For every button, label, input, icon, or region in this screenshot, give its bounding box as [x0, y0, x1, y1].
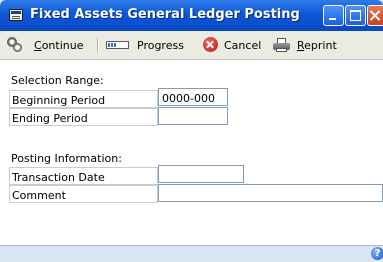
title-bar[interactable]: Fixed Assets General Ledger Posting	[0, 0, 383, 31]
window-icon[interactable]	[9, 9, 23, 21]
progress-label: Progress	[137, 39, 184, 52]
toolbar: Continue Progress Cancel Reprint	[0, 31, 383, 60]
transaction-date-field[interactable]	[158, 165, 244, 183]
minimize-button[interactable]	[323, 5, 344, 26]
progress-bar-icon	[106, 41, 129, 49]
posting-information-heading: Posting Information:	[11, 152, 122, 165]
cancel-icon	[203, 37, 218, 52]
transaction-date-label: Transaction Date	[9, 167, 158, 185]
form-area: Selection Range: Beginning Period Ending…	[0, 60, 383, 246]
beginning-period-label: Beginning Period	[9, 90, 158, 108]
continue-label: Continue	[34, 39, 84, 52]
reprint-button[interactable]: Reprint	[273, 37, 339, 54]
gears-icon	[7, 37, 22, 52]
progress-button[interactable]: Progress	[106, 37, 186, 54]
status-bar: ?	[0, 246, 383, 262]
ending-period-label: Ending Period	[9, 108, 158, 126]
window-title: Fixed Assets General Ledger Posting	[30, 7, 300, 22]
posting-window: Fixed Assets General Ledger Posting Cont…	[0, 0, 383, 262]
comment-field[interactable]	[158, 184, 383, 202]
ending-period-field[interactable]	[158, 107, 228, 125]
selection-range-heading: Selection Range:	[11, 74, 104, 87]
toolbar-separator	[97, 38, 99, 53]
close-button[interactable]	[367, 5, 383, 26]
cancel-label: Cancel	[224, 39, 262, 52]
continue-button[interactable]: Continue	[7, 37, 93, 54]
maximize-button[interactable]	[345, 5, 366, 26]
cancel-button[interactable]: Cancel	[203, 37, 263, 54]
beginning-period-field[interactable]	[158, 88, 228, 106]
reprint-label: Reprint	[297, 39, 337, 52]
help-icon[interactable]: ?	[371, 247, 383, 260]
printer-icon	[273, 38, 290, 52]
comment-label: Comment	[9, 185, 158, 203]
